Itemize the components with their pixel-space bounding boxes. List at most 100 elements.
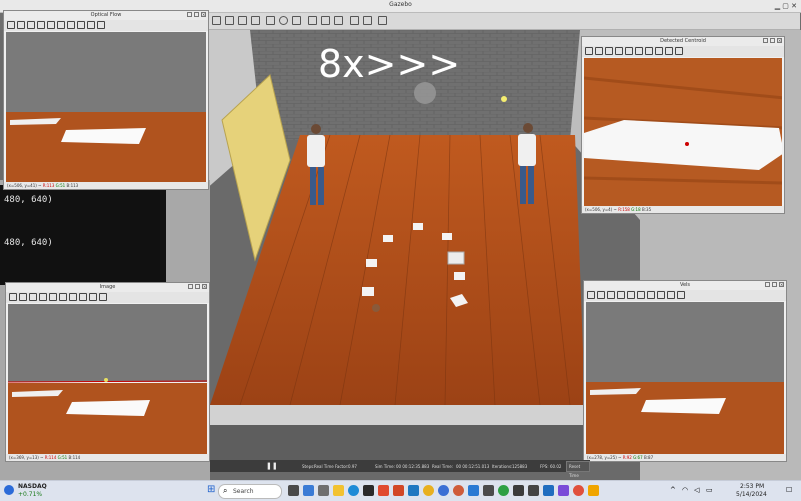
image-window[interactable]: Image × (x=369, y=13) ~ R:114 G:51 B:114	[5, 282, 210, 462]
scale-tool-icon[interactable]	[251, 16, 260, 25]
edge-icon[interactable]	[348, 485, 359, 496]
minimize-icon[interactable]	[763, 38, 768, 43]
minimize-icon[interactable]	[188, 284, 193, 289]
battery-icon[interactable]: ▭	[706, 486, 713, 494]
zoom-fit-icon[interactable]	[647, 291, 655, 299]
pan-up-icon[interactable]	[607, 291, 615, 299]
wifi-icon[interactable]: ◠	[682, 486, 688, 494]
word-icon[interactable]	[543, 485, 554, 496]
pan-down-icon[interactable]	[37, 21, 45, 29]
settings-icon[interactable]	[99, 293, 107, 301]
settings-icon[interactable]	[677, 291, 685, 299]
box-shape-icon[interactable]	[266, 16, 275, 25]
copy-icon[interactable]	[321, 16, 330, 25]
store-icon[interactable]	[363, 485, 374, 496]
vmware-icon[interactable]	[408, 485, 419, 496]
align-icon[interactable]	[350, 16, 359, 25]
copy-icon[interactable]	[89, 293, 97, 301]
cylinder-shape-icon[interactable]	[292, 16, 301, 25]
zoom-out-icon[interactable]	[635, 47, 643, 55]
pan-up-icon[interactable]	[605, 47, 613, 55]
vels-window[interactable]: Vels × (x=278, y=25) ~ R:92 G:67 B:87	[583, 280, 787, 462]
vscode-icon[interactable]	[468, 485, 479, 496]
zoom-out-icon[interactable]	[637, 291, 645, 299]
zoom-in-icon[interactable]	[625, 47, 633, 55]
zoom-out-icon[interactable]	[57, 21, 65, 29]
volume-icon[interactable]: ◁	[694, 486, 699, 494]
terminal-app-icon[interactable]	[318, 485, 329, 496]
minimize-icon[interactable]	[765, 282, 770, 287]
pan-up-icon[interactable]	[27, 21, 35, 29]
onenote-icon[interactable]	[558, 485, 569, 496]
tray-chevron-icon[interactable]: ^	[670, 486, 676, 494]
save-icon[interactable]	[77, 21, 85, 29]
sphere-shape-icon[interactable]	[279, 16, 288, 25]
reset-time-button[interactable]: Reset Time	[566, 461, 590, 478]
widgets-icon[interactable]	[303, 485, 314, 496]
ticker-name[interactable]: NASDAQ	[18, 483, 47, 490]
chrome-icon[interactable]	[423, 485, 434, 496]
pan-left-icon[interactable]	[9, 293, 17, 301]
teams-icon[interactable]	[483, 485, 494, 496]
close-icon[interactable]: ×	[777, 38, 782, 43]
save-icon[interactable]	[79, 293, 87, 301]
maximize-icon[interactable]	[194, 12, 199, 17]
zoom-in-icon[interactable]	[627, 291, 635, 299]
settings-icon[interactable]	[675, 47, 683, 55]
settings-icon[interactable]	[97, 21, 105, 29]
close-icon[interactable]: ×	[202, 284, 207, 289]
zoom-fit-icon[interactable]	[69, 293, 77, 301]
zoom-fit-icon[interactable]	[67, 21, 75, 29]
pan-right-icon[interactable]	[17, 21, 25, 29]
detected-centroid-window[interactable]: Detected Centroid × (x=506, y=4) ~ R:158…	[581, 36, 785, 214]
zoom-in-icon[interactable]	[47, 21, 55, 29]
pan-right-icon[interactable]	[595, 47, 603, 55]
whatsapp-icon[interactable]	[498, 485, 509, 496]
copy-icon[interactable]	[667, 291, 675, 299]
copy-icon[interactable]	[87, 21, 95, 29]
zoom-fit-icon[interactable]	[645, 47, 653, 55]
clock-time[interactable]: 2:53 PM	[740, 483, 764, 490]
pan-up-icon[interactable]	[29, 293, 37, 301]
pan-down-icon[interactable]	[617, 291, 625, 299]
terminal-window[interactable]: 480, 640) 480, 640)	[0, 185, 166, 285]
zoom-out-icon[interactable]	[59, 293, 67, 301]
clock-date[interactable]: 5/14/2024	[736, 491, 767, 498]
app-icon[interactable]	[528, 485, 539, 496]
office-icon[interactable]	[378, 485, 389, 496]
zoom-in-icon[interactable]	[49, 293, 57, 301]
select-tool-icon[interactable]	[212, 16, 221, 25]
pan-right-icon[interactable]	[19, 293, 27, 301]
save-icon[interactable]	[657, 291, 665, 299]
brave-icon[interactable]	[393, 485, 404, 496]
pan-left-icon[interactable]	[585, 47, 593, 55]
pan-left-icon[interactable]	[587, 291, 595, 299]
camera-icon[interactable]	[513, 485, 524, 496]
save-icon[interactable]	[655, 47, 663, 55]
optical-flow-window[interactable]: Optical Flow × (x=506, y=41) ~ R:113 G:5…	[3, 10, 209, 190]
paste-icon[interactable]	[334, 16, 343, 25]
pan-left-icon[interactable]	[7, 21, 15, 29]
light-icon[interactable]	[308, 16, 317, 25]
copy-icon[interactable]	[665, 47, 673, 55]
ubuntu-icon[interactable]	[573, 485, 584, 496]
pan-down-icon[interactable]	[39, 293, 47, 301]
close-icon[interactable]: ×	[779, 282, 784, 287]
file-explorer-icon[interactable]	[333, 485, 344, 496]
window-controls[interactable]: ▁ ▢ ✕	[775, 2, 797, 10]
task-view-icon[interactable]	[288, 485, 299, 496]
vlc-icon[interactable]	[588, 485, 599, 496]
snap-icon[interactable]	[363, 16, 372, 25]
maximize-icon[interactable]	[772, 282, 777, 287]
chrome-icon-2[interactable]	[438, 485, 449, 496]
pause-icon[interactable]: ❚❚	[266, 462, 278, 470]
start-icon[interactable]: ⊞	[207, 485, 215, 495]
maximize-icon[interactable]	[770, 38, 775, 43]
search-box[interactable]: ⌕ Search	[218, 484, 282, 499]
notification-icon[interactable]: ☐	[786, 486, 792, 494]
pan-down-icon[interactable]	[615, 47, 623, 55]
screenshot-icon[interactable]	[378, 16, 387, 25]
translate-tool-icon[interactable]	[225, 16, 234, 25]
minimize-icon[interactable]	[187, 12, 192, 17]
close-icon[interactable]: ×	[201, 12, 206, 17]
